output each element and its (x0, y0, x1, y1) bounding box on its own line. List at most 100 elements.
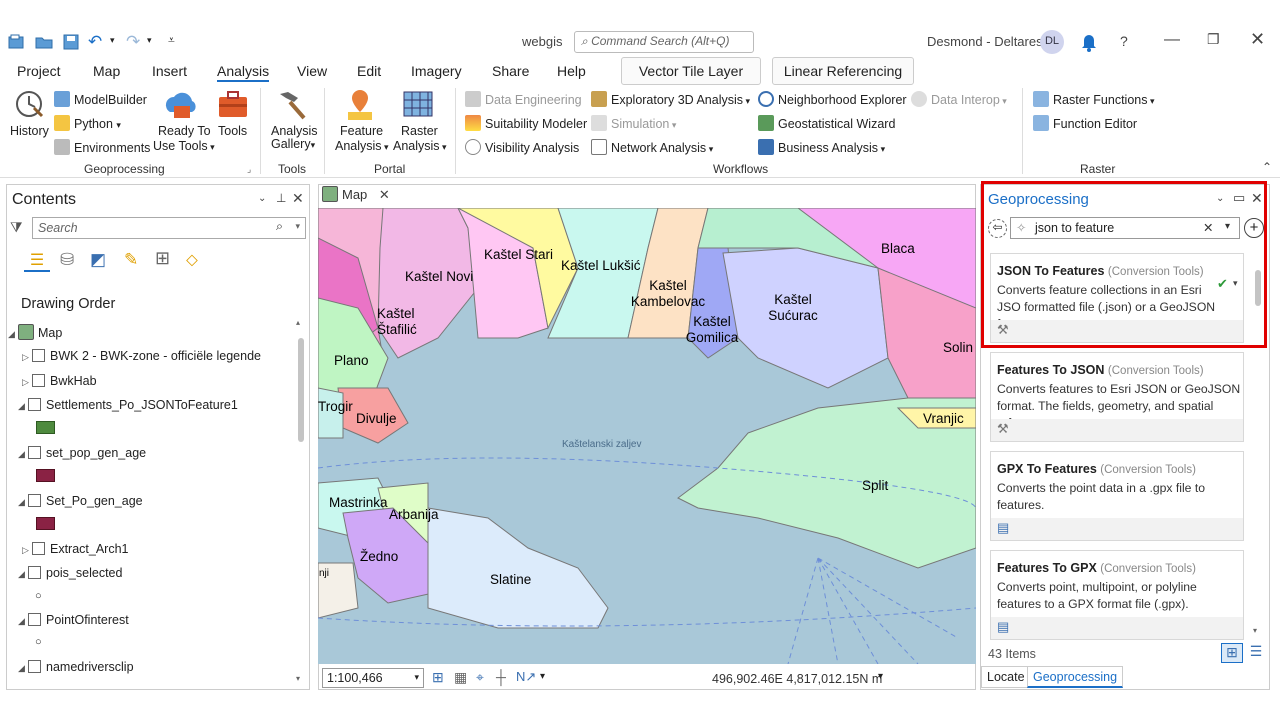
simulation-button[interactable]: Simulation ▾ (591, 115, 676, 131)
legend-swatch[interactable] (36, 517, 55, 530)
close-window-icon[interactable]: ✕ (1250, 29, 1265, 50)
map-node[interactable]: ◢ Map (8, 324, 62, 340)
exploratory-3d-analysis-button[interactable]: Exploratory 3D Analysis ▾ (591, 91, 750, 107)
dialog-launcher-icon[interactable]: ⌟ (247, 164, 251, 175)
neighborhood-explorer-button[interactable]: Neighborhood Explorer (758, 91, 907, 107)
tab-analysis[interactable]: Analysis (217, 63, 270, 82)
close-pane-icon[interactable]: ✕ (292, 190, 304, 207)
layer-row[interactable]: ▷ Extract_Arch1 (22, 542, 129, 556)
notification-icon[interactable] (1080, 32, 1098, 52)
map-scale-select[interactable]: 1:100,466 ▾ (322, 668, 424, 688)
redo-dropdown-icon[interactable]: ▾ (147, 35, 152, 46)
feature-analysis-label[interactable]: Analysis ▾ (335, 139, 389, 153)
analysis-gallery-label[interactable]: Gallery▾ (271, 137, 315, 151)
save-icon[interactable] (62, 34, 80, 50)
contents-search-input[interactable]: Search ⌕ ▾ (32, 217, 306, 239)
analysis-gallery-button[interactable]: Analysis (271, 124, 318, 138)
layer-row[interactable]: ◢ set_pop_gen_age (18, 446, 146, 460)
undo-dropdown-icon[interactable]: ▾ (110, 35, 115, 46)
data-interop-button[interactable]: Data Interop ▾ (911, 91, 1007, 107)
tools-button[interactable]: Tools (218, 124, 247, 138)
function-editor-button[interactable]: Function Editor (1033, 115, 1137, 131)
list-by-editing-icon[interactable]: ✎ (124, 250, 138, 270)
raster-analysis-label[interactable]: Analysis ▾ (393, 139, 447, 153)
modelbuilder-button[interactable]: ModelBuilder (54, 91, 147, 107)
list-by-labeling-icon[interactable]: ⬦ (186, 250, 198, 270)
list-by-data-source-icon[interactable]: ⛁ (60, 250, 74, 270)
crosshair-icon[interactable]: ┼ (496, 669, 506, 685)
geostatistical-wizard-button[interactable]: Geostatistical Wizard (758, 115, 895, 131)
help-icon[interactable]: ? (1120, 33, 1128, 49)
layer-checkbox[interactable] (28, 613, 41, 626)
ready-to-use-tools-button[interactable]: Ready To (158, 124, 211, 138)
tab-share[interactable]: Share (492, 63, 529, 79)
redo-icon[interactable]: ↷ (126, 32, 140, 52)
layer-checkbox[interactable] (28, 660, 41, 673)
tool-card-features-to-gpx[interactable]: Features To GPX (Conversion Tools) Conve… (990, 550, 1244, 640)
network-analysis-button[interactable]: Network Analysis ▾ (591, 139, 713, 155)
scrollbar-thumb[interactable] (298, 338, 304, 442)
list-by-snapping-icon[interactable]: ⊞ (155, 248, 170, 269)
chevron-down-icon[interactable]: ▾ (540, 671, 545, 682)
tab-linear-referencing[interactable]: Linear Referencing (772, 57, 914, 85)
feature-analysis-button[interactable]: Feature (340, 124, 383, 138)
layer-row[interactable]: ▷ BwkHab (22, 374, 97, 388)
tab-map[interactable]: Map (93, 63, 120, 79)
layer-checkbox[interactable] (32, 374, 45, 387)
layer-row[interactable]: ◢ pois_selected (18, 566, 122, 580)
history-button[interactable]: History (10, 124, 49, 138)
tab-map-view[interactable]: Map ✕ (322, 186, 394, 208)
restore-icon[interactable]: ❐ (1207, 31, 1220, 48)
tab-help[interactable]: Help (557, 63, 586, 79)
collapse-ribbon-icon[interactable]: ⌃ (1262, 160, 1272, 174)
list-by-selection-icon[interactable]: ◩ (90, 250, 106, 270)
grid-view-icon[interactable]: ⊞ (1221, 643, 1243, 663)
pin-icon[interactable]: ⊥ (276, 191, 286, 205)
tool-card-features-to-json[interactable]: Features To JSON (Conversion Tools) Conv… (990, 352, 1244, 442)
legend-swatch[interactable] (36, 421, 55, 434)
close-tab-icon[interactable]: ✕ (379, 187, 390, 202)
layer-row[interactable]: ◢ PointOfinterest (18, 613, 129, 627)
map-canvas[interactable]: Kaštel Stari Kaštel Lukšić Kaštel Novi B… (318, 208, 976, 664)
tab-edit[interactable]: Edit (357, 63, 381, 79)
fixed-zoom-icon[interactable]: ⊞ (432, 669, 444, 686)
raster-functions-button[interactable]: Raster Functions ▾ (1033, 91, 1155, 107)
filter-icon[interactable]: ⧩ (10, 219, 23, 236)
layer-row[interactable]: ▷ BWK 2 - BWK-zone - officiële legende (22, 349, 261, 363)
tab-imagery[interactable]: Imagery (411, 63, 462, 79)
layer-row[interactable]: ◢ Set_Po_gen_age (18, 494, 143, 508)
tab-locate[interactable]: Locate (981, 666, 1031, 688)
layer-row[interactable]: ◢ Settlements_Po_JSONToFeature1 (18, 398, 238, 412)
business-analysis-button[interactable]: Business Analysis ▾ (758, 139, 885, 155)
contents-scrollbar[interactable]: ▴ ▾ (296, 318, 306, 688)
tab-insert[interactable]: Insert (152, 63, 187, 79)
data-engineering-button[interactable]: Data Engineering (465, 91, 582, 107)
scroll-up-icon[interactable]: ▴ (296, 318, 300, 327)
undo-icon[interactable]: ↶ (88, 32, 102, 52)
tab-project[interactable]: Project (17, 63, 61, 79)
layer-checkbox[interactable] (32, 349, 45, 362)
raster-analysis-button[interactable]: Raster (401, 124, 438, 138)
layer-checkbox[interactable] (28, 494, 41, 507)
customize-quick-access-icon[interactable]: ⩡ (168, 33, 175, 48)
tab-geoprocessing[interactable]: Geoprocessing (1027, 666, 1124, 688)
point-symbol-icon[interactable]: ○ (35, 590, 42, 602)
new-project-icon[interactable] (8, 34, 26, 50)
point-symbol-icon[interactable]: ○ (35, 636, 42, 648)
list-view-icon[interactable]: ☰ (1246, 643, 1266, 663)
layer-checkbox[interactable] (32, 542, 45, 555)
layer-checkbox[interactable] (28, 446, 41, 459)
visibility-analysis-button[interactable]: Visibility Analysis (465, 139, 579, 155)
layer-checkbox[interactable] (28, 566, 41, 579)
tool-card-gpx-to-features[interactable]: GPX To Features (Conversion Tools) Conve… (990, 451, 1244, 541)
tab-vector-tile-layer[interactable]: Vector Tile Layer (621, 57, 761, 85)
layer-row[interactable]: ◢ namedriversclip (18, 660, 134, 674)
legend-swatch[interactable] (36, 469, 55, 482)
minimize-icon[interactable]: — (1164, 31, 1180, 49)
scroll-down-icon[interactable]: ▾ (1253, 626, 1257, 635)
avatar[interactable]: DL (1040, 30, 1064, 54)
scroll-down-icon[interactable]: ▾ (296, 674, 300, 683)
pane-menu-icon[interactable]: ⌄ (258, 193, 266, 204)
python-button[interactable]: Python ▾ (54, 115, 121, 131)
command-search-input[interactable]: ⌕ Command Search (Alt+Q) (574, 31, 754, 53)
